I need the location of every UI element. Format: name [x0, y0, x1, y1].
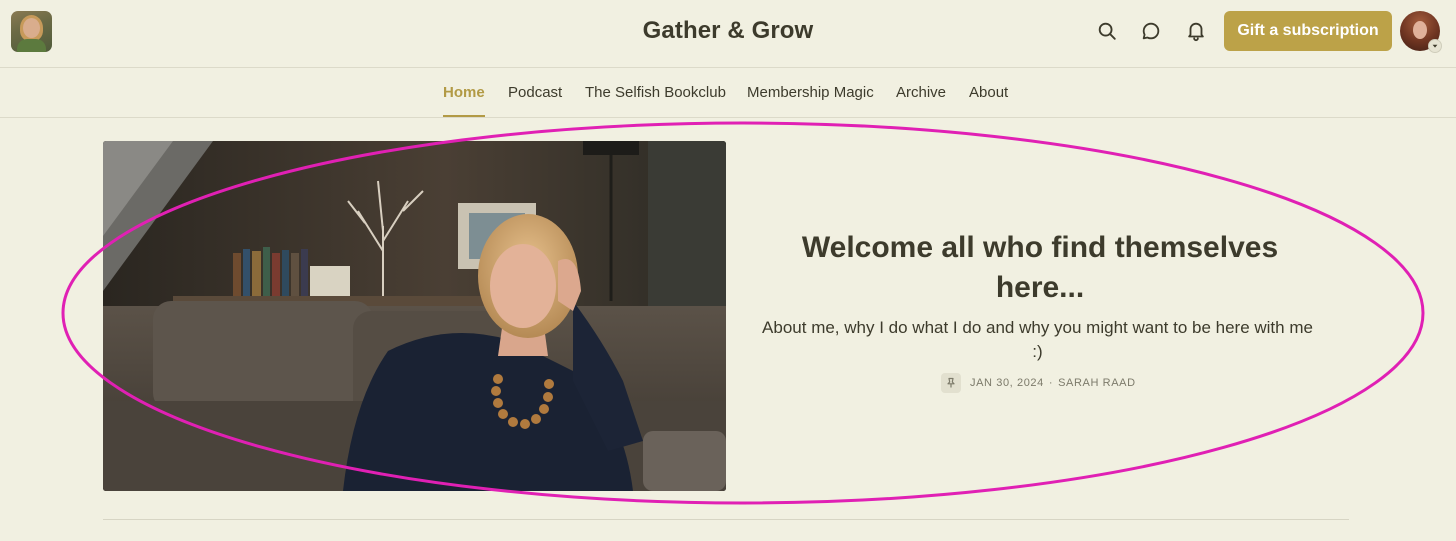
nav-item-home[interactable]: Home: [443, 69, 485, 117]
meta-separator: ·: [1048, 377, 1054, 389]
nav-item-archive[interactable]: Archive: [896, 69, 946, 117]
chevron-down-icon: [1428, 39, 1442, 53]
publication-logo[interactable]: [11, 11, 52, 52]
nav-item-selfish-bookclub[interactable]: The Selfish Bookclub: [585, 69, 726, 117]
top-bar: Gather & Grow Gift a subscription: [0, 0, 1456, 68]
nav-item-membership-magic[interactable]: Membership Magic: [747, 69, 874, 117]
post-author[interactable]: SARAH RAAD: [1058, 377, 1136, 389]
post-meta: JAN 30, 2024 · SARAH RAAD: [941, 373, 1136, 393]
divider: [103, 519, 1349, 520]
chat-icon[interactable]: [1138, 18, 1164, 44]
post-date: JAN 30, 2024: [970, 377, 1044, 389]
hero-image[interactable]: [103, 141, 726, 491]
gift-subscription-button[interactable]: Gift a subscription: [1224, 11, 1392, 51]
pin-icon: [941, 373, 961, 393]
user-avatar-menu[interactable]: [1400, 11, 1442, 53]
nav-item-about[interactable]: About: [969, 69, 1008, 117]
search-icon[interactable]: [1094, 18, 1120, 44]
nav-item-podcast[interactable]: Podcast: [508, 69, 562, 117]
site-title[interactable]: Gather & Grow: [643, 17, 814, 44]
main-nav: Home Podcast The Selfish Bookclub Member…: [0, 69, 1456, 118]
bell-icon[interactable]: [1183, 18, 1209, 44]
post-title[interactable]: Welcome all who find themselves here...: [770, 228, 1310, 308]
post-subtitle: About me, why I do what I do and why you…: [762, 318, 1313, 361]
